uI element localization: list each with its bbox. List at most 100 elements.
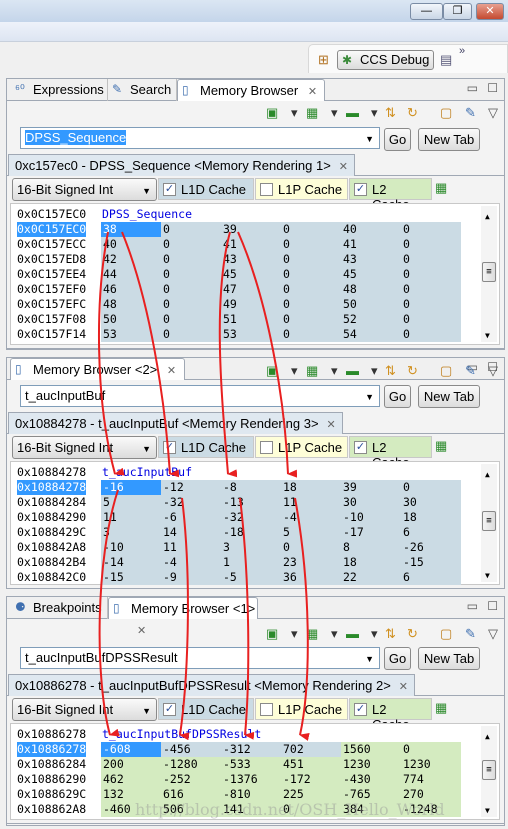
memory-cell[interactable]: 47 <box>221 282 281 297</box>
memory-cell[interactable]: 50 <box>101 312 161 327</box>
cache-checkbox-l2[interactable]: ✓L2 Cache <box>349 178 432 212</box>
checkbox[interactable] <box>260 183 273 196</box>
refresh-icon[interactable]: ↻ <box>407 363 418 379</box>
dropdown-icon[interactable]: ▾ <box>371 363 378 379</box>
go-button[interactable]: Go <box>384 385 411 408</box>
dropdown-icon[interactable]: ▾ <box>331 105 338 121</box>
cache-checkbox-l1d[interactable]: ✓ L1D Cache <box>158 178 254 200</box>
memory-cell[interactable]: -6 <box>161 510 221 525</box>
address[interactable]: 0x0C157ED8 <box>17 252 86 267</box>
format-select[interactable]: 16-Bit Signed Int ▼ <box>12 698 157 721</box>
memory-cell[interactable]: 3 <box>101 525 161 540</box>
memory-cell[interactable]: -252 <box>161 772 221 787</box>
memory-cell[interactable]: 774 <box>401 772 461 787</box>
address[interactable]: 0x0C157EC0 <box>17 222 87 237</box>
memory-cell[interactable]: 0 <box>401 312 461 327</box>
checkbox[interactable] <box>260 703 273 716</box>
memory-cell[interactable]: 11 <box>281 495 341 510</box>
memory-cell[interactable]: 0 <box>401 222 461 237</box>
import-icon[interactable]: ⇅ <box>385 626 396 642</box>
memory-cell[interactable]: 0 <box>401 297 461 312</box>
checkbox[interactable]: ✓ <box>163 703 176 716</box>
close-tab-icon[interactable]: ✕ <box>137 625 146 637</box>
new-tab-button[interactable]: New Tab <box>418 128 480 151</box>
memory-cell[interactable]: 43 <box>221 252 281 267</box>
memory-cell[interactable]: -10 <box>341 510 401 525</box>
perspective-icon[interactable]: ▤ <box>440 52 452 68</box>
new-tab-button[interactable]: New Tab <box>418 385 480 408</box>
tab-memory-browser-2[interactable]: ▯ Memory Browser <2> ✕ <box>10 358 185 380</box>
memory-cell[interactable]: 14 <box>161 525 221 540</box>
memory-cell[interactable]: 0 <box>281 540 341 555</box>
memory-cell[interactable]: 200 <box>101 757 161 772</box>
memory-cell[interactable]: 0 <box>161 252 221 267</box>
address[interactable]: 0x10884290 <box>17 510 86 525</box>
memory-rendering-tab[interactable]: 0x10884278 - t_aucInputBuf <Memory Rende… <box>8 412 343 434</box>
memory-cell[interactable]: 36 <box>281 570 341 585</box>
memory-cell[interactable]: 30 <box>341 495 401 510</box>
memory-cell[interactable]: 0 <box>161 237 221 252</box>
memory-cell[interactable]: 0 <box>281 252 341 267</box>
memory-cell[interactable]: 43 <box>341 252 401 267</box>
memory-cell[interactable]: 0 <box>401 282 461 297</box>
dropdown-icon[interactable]: ▾ <box>291 363 298 379</box>
refresh-icon[interactable]: ↻ <box>407 105 418 121</box>
scrollbar-thumb[interactable]: ≡ <box>482 511 496 531</box>
view-menu-icon[interactable]: ▽ <box>488 626 498 642</box>
close-tab-icon[interactable]: ✕ <box>167 365 176 377</box>
new-rendering-icon[interactable]: ▢ <box>440 363 452 379</box>
address[interactable]: 0x10886278 <box>17 742 87 757</box>
import-icon[interactable]: ⇅ <box>385 105 396 121</box>
memory-cell[interactable]: 22 <box>341 570 401 585</box>
memory-cell[interactable]: -430 <box>341 772 401 787</box>
dropdown-icon[interactable]: ▾ <box>371 626 378 642</box>
memory-cell[interactable]: 45 <box>221 267 281 282</box>
memory-cell[interactable]: 40 <box>341 222 401 237</box>
address-input[interactable]: t_aucInputBufDPSSResult ▼ <box>20 647 380 669</box>
memory-cell[interactable]: 702 <box>281 742 341 757</box>
memory-cell[interactable]: 45 <box>341 267 401 282</box>
memory-cell[interactable]: 3 <box>221 540 281 555</box>
open-perspective-icon[interactable]: ⊞ <box>318 52 329 68</box>
checkbox[interactable]: ✓ <box>354 183 367 196</box>
minimize-view-icon[interactable]: ▭ <box>467 81 478 95</box>
address[interactable]: 0x108862A8 <box>17 802 86 817</box>
memory-cell[interactable]: 0 <box>281 282 341 297</box>
restore-button[interactable]: ❐ <box>443 3 472 20</box>
import-icon[interactable]: ⇅ <box>385 363 396 379</box>
connect-icon[interactable]: ▣ <box>266 363 278 379</box>
checkbox[interactable]: ✓ <box>354 703 367 716</box>
memory-cell[interactable]: -16 <box>101 480 161 495</box>
memory-cell[interactable]: 1 <box>221 555 281 570</box>
memory-cell[interactable]: 0 <box>161 222 221 237</box>
chevron-down-icon[interactable]: ▼ <box>365 392 374 402</box>
address[interactable]: 0x108842A8 <box>17 540 86 555</box>
close-rendering-icon[interactable]: ✕ <box>399 681 408 693</box>
memory-cell[interactable]: 0 <box>401 267 461 282</box>
memory-cell[interactable]: -17 <box>341 525 401 540</box>
memory-cell[interactable]: 5 <box>281 525 341 540</box>
memory-cell[interactable]: 6 <box>401 570 461 585</box>
scrollbar-thumb[interactable]: ≡ <box>482 759 496 780</box>
scrollbar-thumb[interactable]: ≡ <box>482 262 496 282</box>
format-select[interactable]: 16-Bit Signed Int ▼ <box>12 436 157 459</box>
memory-cell[interactable]: -172 <box>281 772 341 787</box>
close-window-button[interactable]: ✕ <box>476 3 504 20</box>
close-tab-icon[interactable]: ✕ <box>308 86 317 98</box>
chevron-down-icon[interactable]: ▼ <box>365 134 374 144</box>
memory-cell[interactable]: 18 <box>401 510 461 525</box>
memory-cell[interactable]: 0 <box>281 222 341 237</box>
memory-cell[interactable]: 44 <box>101 267 161 282</box>
minimize-button[interactable]: — <box>410 3 443 20</box>
memory-cell[interactable]: 41 <box>221 237 281 252</box>
close-rendering-icon[interactable]: ✕ <box>339 161 348 173</box>
memory-cell[interactable]: 8 <box>341 540 401 555</box>
memory-cell[interactable]: 1560 <box>341 742 401 757</box>
memory-cell[interactable]: 6 <box>401 525 461 540</box>
checkbox[interactable] <box>260 441 273 454</box>
memory-cell[interactable]: 39 <box>221 222 281 237</box>
memory-cell[interactable]: 0 <box>401 252 461 267</box>
dropdown-icon[interactable]: ▾ <box>291 626 298 642</box>
address[interactable]: 0x0C157EE4 <box>17 267 86 282</box>
memory-cell[interactable]: 0 <box>401 327 461 342</box>
